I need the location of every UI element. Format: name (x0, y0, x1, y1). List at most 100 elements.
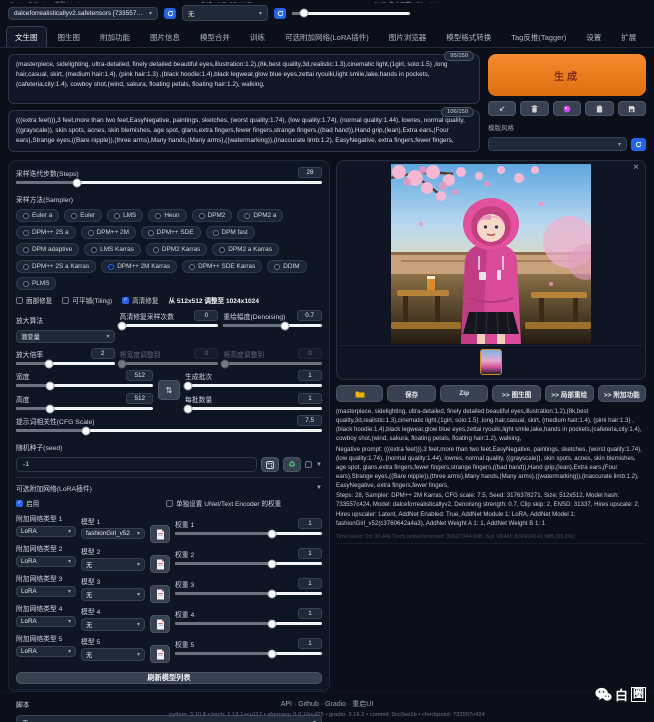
refresh-styles-button[interactable] (631, 138, 646, 151)
hires-steps-slider[interactable] (120, 324, 219, 327)
sampler-option[interactable]: Heun (148, 209, 186, 222)
lora-weight-value[interactable]: 1 (298, 638, 322, 649)
output-action-button[interactable]: >> 图生图 (492, 385, 541, 402)
hires-scale-value[interactable]: 2 (91, 348, 115, 359)
positive-prompt-input[interactable]: (masterpiece, sidelighting, ultra-detail… (8, 54, 480, 104)
lora-model-file-button[interactable] (150, 525, 170, 543)
sampler-option[interactable]: DDIM (267, 260, 306, 273)
feature-checkbox[interactable]: ✓高清修复 (122, 295, 158, 305)
close-icon[interactable]: × (633, 163, 639, 173)
resize-height-slider[interactable] (223, 362, 322, 365)
lora-weight-value[interactable]: 1 (298, 518, 322, 529)
sampler-option[interactable]: Euler a (16, 209, 59, 222)
tab[interactable]: 模型合并 (191, 26, 239, 47)
lora-weight-slider[interactable] (175, 562, 322, 565)
sampler-option[interactable]: DPM++ SDE Karras (182, 260, 262, 273)
tab[interactable]: 图生图 (49, 26, 90, 47)
sampler-option[interactable]: DPM++ SDE (141, 226, 201, 239)
lora-model-file-button[interactable] (150, 585, 170, 603)
batch-size-value[interactable]: 1 (298, 393, 322, 404)
result-thumbnail[interactable] (480, 349, 502, 375)
lora-weight-slider[interactable] (175, 622, 322, 625)
refresh-vae-button[interactable] (274, 8, 286, 19)
lora-separate-checkbox[interactable]: ✓单独设置 UNet/Text Encoder 的权重 (166, 498, 281, 508)
refresh-models-button[interactable]: 刷新模型列表 (16, 672, 322, 684)
hires-steps-value[interactable]: 0 (194, 310, 218, 321)
tab[interactable]: 设置 (577, 26, 610, 47)
lora-weight-value[interactable]: 1 (298, 608, 322, 619)
output-action-button[interactable]: >> 局部重绘 (545, 385, 594, 402)
sampler-option[interactable]: DPM++ 2M Karras (101, 260, 177, 273)
resize-width-value[interactable]: 0 (194, 348, 218, 359)
extra-seed-checkbox[interactable]: ✓ (305, 461, 312, 468)
lora-weight-slider[interactable] (175, 652, 322, 655)
clear-prompt-button[interactable] (520, 101, 548, 116)
checkpoint-select[interactable]: dalceforrealisticallyv2.safetensors [733… (8, 7, 158, 20)
vae-select[interactable]: 无 ▾ (182, 5, 268, 21)
sampler-option[interactable]: Euler (64, 209, 102, 222)
output-action-button[interactable]: >> 附加功能 (598, 385, 647, 402)
paste-params-button[interactable]: ↙ (488, 101, 516, 116)
lora-model-select[interactable]: 无▾ (81, 558, 145, 571)
sampler-option[interactable]: DPM2 Karras (146, 243, 207, 256)
width-value[interactable]: 512 (126, 370, 153, 381)
sampler-option[interactable]: DPM fast (206, 226, 255, 239)
sampler-option[interactable]: DPM2 a (237, 209, 283, 222)
sampler-option[interactable]: DPM2 a Karras (212, 243, 279, 256)
denoising-value[interactable]: 0.7 (297, 310, 322, 321)
lora-model-file-button[interactable] (150, 555, 170, 573)
extra-networks-button[interactable] (553, 101, 581, 116)
random-seed-button[interactable] (261, 457, 279, 472)
lora-weight-value[interactable]: 1 (298, 578, 322, 589)
lora-model-select[interactable]: 无▾ (81, 648, 145, 661)
resize-width-slider[interactable] (120, 362, 219, 365)
lora-type-select[interactable]: LoRA▾ (16, 556, 76, 567)
negative-prompt-input[interactable]: (((extra feet))),3 feet,more than two fe… (8, 110, 480, 152)
output-action-button[interactable]: 保存 (387, 385, 436, 402)
lora-section-header[interactable]: 可选附加网络(LoRA插件) ▼ (16, 477, 322, 493)
resize-height-value[interactable]: 0 (298, 348, 322, 359)
lora-model-select[interactable]: 无▾ (81, 618, 145, 631)
reuse-seed-button[interactable]: ♻ (283, 457, 301, 472)
clipskip-slider[interactable] (292, 12, 410, 15)
feature-checkbox[interactable]: ✓可平铺(Tiling) (62, 295, 112, 305)
generate-button[interactable]: 生成 (488, 54, 646, 96)
sampler-option[interactable]: DPM++ 2S a Karras (16, 260, 96, 273)
lora-weight-slider[interactable] (175, 592, 322, 595)
tab[interactable]: 文生图 (6, 26, 47, 47)
lora-enable-checkbox[interactable]: ✓启用 (16, 498, 166, 508)
lora-type-select[interactable]: LoRA▾ (16, 616, 76, 627)
tab[interactable]: 模型格式转换 (437, 26, 500, 47)
output-action-button[interactable]: Zip (440, 385, 489, 402)
open-folder-button[interactable] (336, 385, 383, 402)
sampler-option[interactable]: PLMS (16, 277, 56, 290)
lora-weight-value[interactable]: 1 (298, 548, 322, 559)
sampler-option[interactable]: LMS (107, 209, 143, 222)
seed-input[interactable]: -1 (16, 457, 257, 472)
denoising-slider[interactable] (223, 324, 322, 327)
tab[interactable]: Tag反推(Tagger) (502, 26, 575, 47)
sampler-option[interactable]: DPM++ 2M (81, 226, 136, 239)
height-slider[interactable] (16, 407, 153, 410)
tab[interactable]: 可选附加网络(LoRA插件) (276, 26, 378, 47)
lora-model-select[interactable]: fashionGirl_v52▾ (81, 528, 145, 539)
tab[interactable]: 附加功能 (91, 26, 139, 47)
hires-scale-slider[interactable] (16, 362, 115, 365)
batch-count-slider[interactable] (185, 384, 322, 387)
feature-checkbox[interactable]: ✓面部修复 (16, 295, 52, 305)
lora-weight-slider[interactable] (175, 532, 322, 535)
steps-slider[interactable] (16, 181, 322, 184)
lora-type-select[interactable]: LoRA▾ (16, 526, 76, 537)
lora-model-select[interactable]: 无▾ (81, 588, 145, 601)
refresh-checkpoint-button[interactable] (164, 8, 176, 19)
swap-dimensions-button[interactable]: ⇅ (158, 380, 180, 400)
save-style-button[interactable] (618, 101, 646, 116)
apply-style-button[interactable] (585, 101, 613, 116)
height-value[interactable]: 512 (126, 393, 153, 404)
upscaler-select[interactable]: 潜变量▾ (16, 330, 115, 343)
tab[interactable]: 扩展 (612, 26, 645, 47)
tab[interactable]: 训练 (241, 26, 274, 47)
tab[interactable]: 图片信息 (141, 26, 189, 47)
steps-value[interactable]: 28 (298, 167, 322, 178)
sampler-option[interactable]: DPM adaptive (16, 243, 79, 256)
